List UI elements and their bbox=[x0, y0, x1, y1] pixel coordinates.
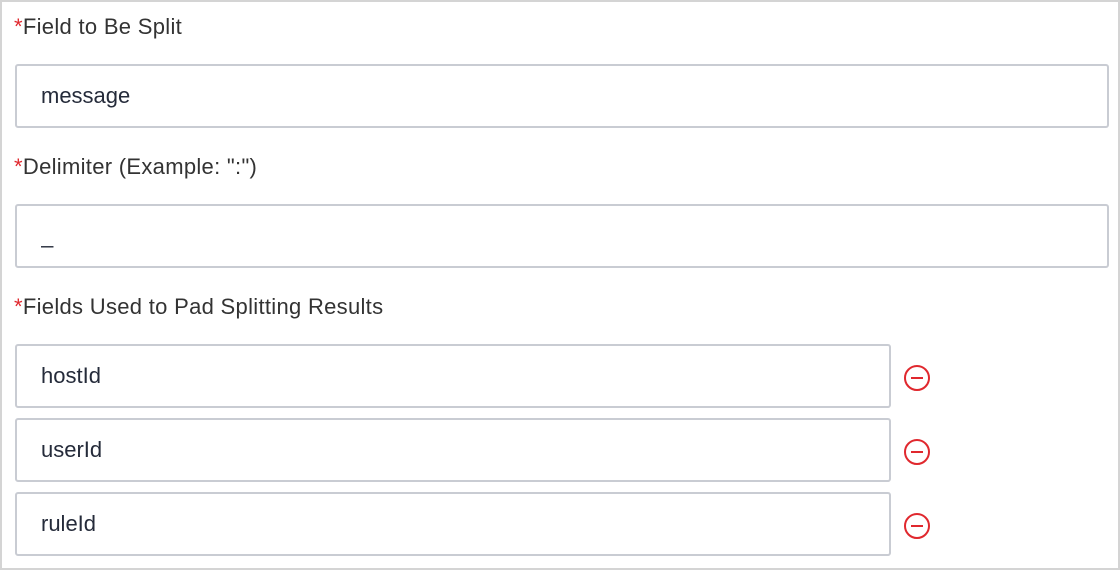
field-to-split-label-text: Field to Be Split bbox=[22, 14, 183, 39]
split-config-form: *Field to Be Split *Delimiter (Example: … bbox=[0, 0, 1120, 570]
pad-fields-label: *Fields Used to Pad Splitting Results bbox=[14, 294, 383, 320]
pad-fields-label-text: Fields Used to Pad Splitting Results bbox=[22, 294, 384, 319]
pad-field-input-userid[interactable] bbox=[15, 418, 891, 482]
remove-pad-field-hostid-minus-circle-icon[interactable] bbox=[904, 365, 930, 391]
remove-pad-field-userid-minus-circle-icon[interactable] bbox=[904, 439, 930, 465]
required-asterisk: * bbox=[14, 14, 23, 39]
field-to-split-label: *Field to Be Split bbox=[14, 14, 182, 40]
pad-field-input-ruleid[interactable] bbox=[15, 492, 891, 556]
field-to-split-input[interactable] bbox=[15, 64, 1109, 128]
required-asterisk: * bbox=[14, 294, 23, 319]
delimiter-input[interactable] bbox=[15, 204, 1109, 268]
delimiter-label-text: Delimiter (Example: ":") bbox=[22, 154, 258, 179]
delimiter-label: *Delimiter (Example: ":") bbox=[14, 154, 257, 180]
required-asterisk: * bbox=[14, 154, 23, 179]
pad-field-input-hostid[interactable] bbox=[15, 344, 891, 408]
remove-pad-field-ruleid-minus-circle-icon[interactable] bbox=[904, 513, 930, 539]
